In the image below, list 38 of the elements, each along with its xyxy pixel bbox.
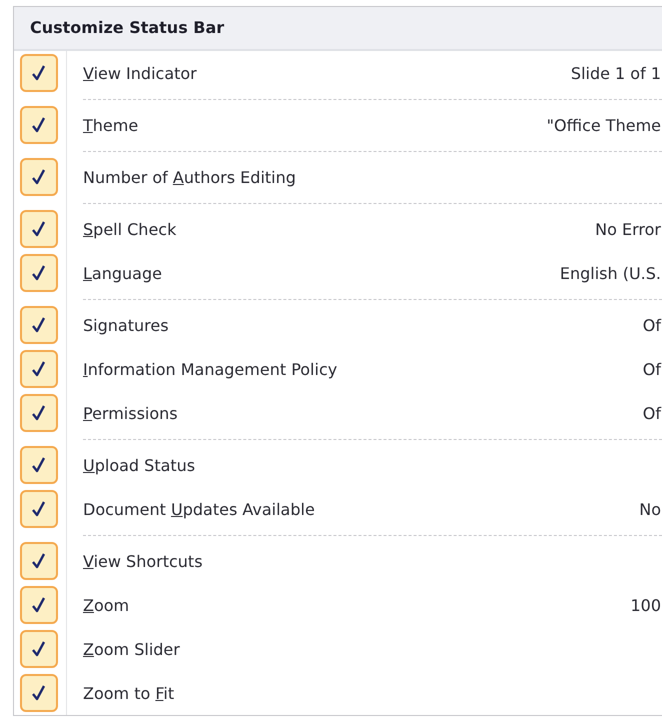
item-value: English (U.S. bbox=[560, 264, 662, 282]
menu-item[interactable]: Zoom to Fit bbox=[83, 684, 174, 702]
checkbox[interactable] bbox=[20, 158, 58, 196]
item-value: Of bbox=[642, 360, 662, 378]
item-value: Of bbox=[642, 404, 662, 422]
checkbox[interactable] bbox=[20, 54, 58, 92]
checkbox[interactable] bbox=[20, 542, 58, 580]
menu-item[interactable]: View Indicator bbox=[83, 64, 197, 82]
checkbox[interactable] bbox=[20, 446, 58, 484]
item-value: Slide 1 of 1 bbox=[570, 64, 662, 82]
checkbox[interactable] bbox=[20, 490, 58, 528]
menu-item[interactable]: Number of Authors Editing bbox=[83, 168, 296, 186]
menu-item[interactable]: View Shortcuts bbox=[83, 552, 203, 570]
menu-item[interactable]: Signatures bbox=[83, 316, 169, 334]
menu-item[interactable]: Language bbox=[83, 264, 162, 282]
checkbox[interactable] bbox=[20, 210, 58, 248]
checkbox[interactable] bbox=[20, 106, 58, 144]
checkbox[interactable] bbox=[20, 350, 58, 388]
menu-item[interactable]: Document Updates Available bbox=[83, 500, 315, 518]
menu-item[interactable]: Zoom bbox=[83, 596, 130, 614]
menu-item[interactable]: Information Management Policy bbox=[83, 360, 338, 378]
menu-item[interactable]: Spell Check bbox=[83, 220, 176, 238]
menu-item[interactable]: Permissions bbox=[83, 404, 178, 422]
item-value: No Error bbox=[595, 220, 662, 238]
item-value: Of bbox=[642, 316, 662, 334]
checkbox[interactable] bbox=[20, 674, 58, 712]
checkbox[interactable] bbox=[20, 394, 58, 432]
menu-item[interactable]: Zoom Slider bbox=[83, 640, 180, 658]
menu-header: Customize Status Bar bbox=[14, 7, 662, 51]
item-value: "Office Theme bbox=[546, 116, 662, 134]
item-value: No bbox=[639, 500, 662, 518]
checkbox[interactable] bbox=[20, 630, 58, 668]
item-value: 100 bbox=[630, 596, 662, 614]
checkbox[interactable] bbox=[20, 254, 58, 292]
menu-item[interactable]: Theme bbox=[83, 116, 138, 134]
menu-item[interactable]: Upload Status bbox=[83, 456, 196, 474]
checkbox[interactable] bbox=[20, 306, 58, 344]
checkbox[interactable] bbox=[20, 586, 58, 624]
